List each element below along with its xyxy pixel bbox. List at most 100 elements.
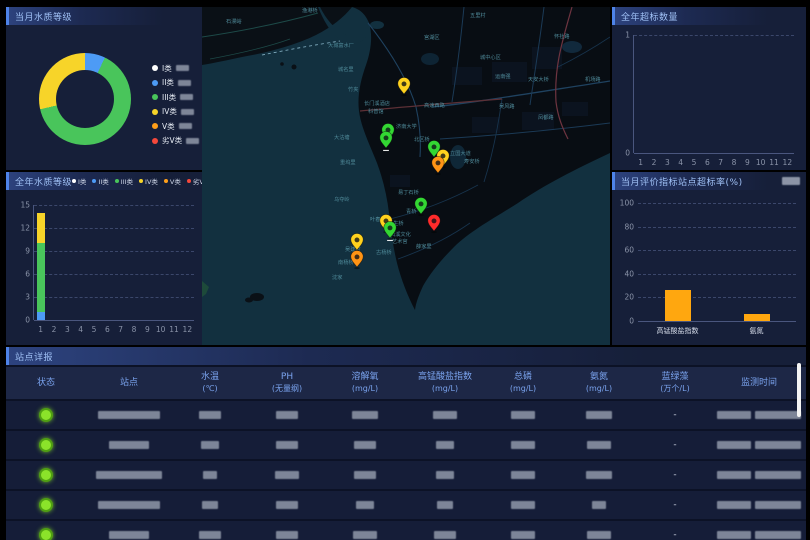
table-cell [560, 411, 638, 419]
gridline [634, 35, 794, 36]
algae-value: - [673, 470, 676, 480]
legend-dot [152, 80, 158, 86]
legend-item[interactable]: III类 [115, 176, 133, 186]
gridline [34, 274, 194, 275]
table-row[interactable]: - [6, 491, 806, 519]
map-place-label: 艺术宫 [392, 237, 408, 245]
table-cell [404, 531, 486, 539]
value-redacted [275, 471, 299, 479]
x-axis-label: 12 [783, 158, 793, 167]
x-axis-label: 6 [105, 325, 110, 334]
legend-label: I类 [78, 176, 86, 186]
value-redacted [586, 411, 612, 419]
bar-segment[interactable] [37, 312, 45, 320]
legend-item[interactable]: I类 [72, 176, 86, 186]
y-axis-label: 0 [608, 149, 630, 158]
legend-dot [152, 138, 158, 144]
legend-dot [72, 179, 76, 183]
legend-item[interactable]: II类 [152, 76, 199, 91]
table-title: 站点详报 [15, 350, 53, 363]
y-axis-label: 100 [612, 199, 634, 208]
legend-value-redacted [181, 109, 194, 115]
time-redacted [755, 501, 801, 509]
legend-item[interactable]: V类 [152, 119, 199, 134]
donut-chart-area: I类II类 III类 IV类V类劣V类 [6, 25, 202, 170]
map-island [280, 62, 284, 66]
map-place-label: 易丁石桥 [398, 188, 420, 196]
legend-item[interactable]: IV类 [139, 176, 158, 186]
x-axis-label: 高锰酸盐指数 [657, 326, 699, 336]
table-cell [248, 441, 326, 449]
column-unit: (mg/L) [560, 383, 638, 394]
table-cell [560, 531, 638, 539]
x-axis-label: 10 [156, 325, 166, 334]
map-place-label: 怀社路 [554, 32, 570, 40]
table-cell [326, 471, 404, 479]
status-dot-normal [39, 438, 53, 452]
value-redacted [354, 471, 376, 479]
table-cell [560, 501, 638, 509]
legend-item[interactable]: II类 [92, 176, 108, 186]
column-name: 溶解氧 [326, 372, 404, 383]
map-place-label: 济南大学 [396, 122, 417, 130]
x-axis-label: 9 [745, 158, 750, 167]
gridline [638, 227, 796, 228]
legend-dot [164, 179, 168, 183]
value-redacted [354, 441, 376, 449]
y-axis-label: 0 [8, 316, 30, 325]
value-redacted [511, 501, 535, 509]
table-cell [6, 468, 86, 482]
bar-segment[interactable] [37, 243, 45, 312]
gridline [34, 228, 194, 229]
table-cell [326, 411, 404, 419]
column-header: 监测时间 [712, 378, 806, 389]
table-cell [326, 441, 404, 449]
table-cell [6, 408, 86, 422]
bar-segment[interactable] [37, 213, 45, 244]
panel-title-bar: 当月水质等级 [6, 7, 202, 25]
legend-item[interactable]: III类 [152, 90, 199, 105]
x-axis-label: 9 [145, 325, 150, 334]
table-scrollbar[interactable] [797, 363, 801, 417]
legend-item[interactable]: V类 [164, 176, 181, 186]
rate-bar[interactable] [744, 314, 770, 321]
map-place-label: 沈家 [332, 273, 342, 281]
corner-note-redacted[interactable] [782, 177, 800, 185]
legend-label: III类 [162, 92, 176, 103]
map-place-label: 高速西路 [424, 101, 446, 109]
legend-dot [152, 109, 158, 115]
legend-item[interactable]: 劣V类 [152, 134, 199, 149]
table-row[interactable]: - [6, 431, 806, 459]
y-axis-label: 6 [8, 270, 30, 279]
table-cell [172, 501, 248, 509]
table-cell: - [638, 530, 712, 540]
donut-chart[interactable] [39, 53, 131, 145]
table-cell [486, 471, 560, 479]
legend-label: V类 [170, 176, 181, 186]
rate-bar[interactable] [665, 290, 691, 321]
table-row[interactable]: - [6, 521, 806, 540]
table-cell [404, 471, 486, 479]
x-axis-label: 6 [705, 158, 710, 167]
legend-value-redacted [178, 80, 191, 86]
column-header: PH(无量纲) [248, 372, 326, 394]
x-axis-label: 4 [78, 325, 83, 334]
map-island [292, 65, 297, 70]
x-axis-label: 3 [65, 325, 70, 334]
legend-item[interactable]: IV类 [152, 105, 199, 120]
status-dot-normal [39, 408, 53, 422]
legend-item[interactable]: I类 [152, 61, 199, 76]
value-redacted [98, 411, 160, 419]
time-redacted [755, 471, 801, 479]
x-axis-label: 1 [638, 158, 643, 167]
gridline [638, 297, 796, 298]
legend-label: II类 [162, 77, 174, 88]
table-cell [326, 531, 404, 539]
table-row[interactable]: - [6, 401, 806, 429]
table-row[interactable]: - [6, 461, 806, 489]
gridline [634, 153, 794, 154]
x-axis-label: 4 [678, 158, 683, 167]
station-map[interactable]: 石漫峪渔港桥大城富水厂城名里竹夹长门溪酒店科普馆大沽塘重坞里宫湖区五里村怀社路城… [202, 7, 610, 345]
legend-label: 劣V类 [162, 135, 182, 146]
algae-value: - [673, 500, 676, 510]
